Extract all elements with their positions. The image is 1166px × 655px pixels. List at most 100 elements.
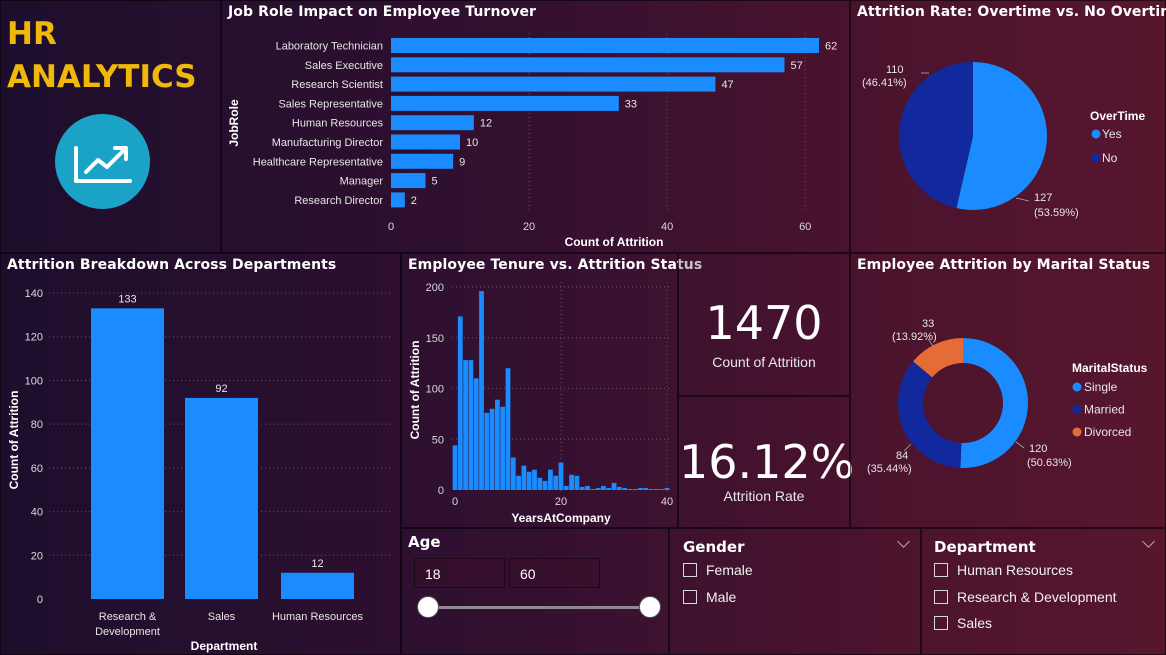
- tenure-chart-panel: Employee Tenure vs. Attrition Status 0 50…: [401, 253, 702, 528]
- x-tick-label: 20: [555, 496, 567, 508]
- y-tick-label: 0: [438, 485, 444, 497]
- category-label: Human Resources: [292, 118, 384, 130]
- data-label: 10: [466, 137, 478, 149]
- age-slider-min-handle[interactable]: [417, 596, 439, 618]
- bar: [574, 475, 580, 490]
- gender-slicer-title: Gender: [683, 538, 745, 556]
- kpi-count-label: Count of Attrition: [712, 354, 816, 370]
- category-label: Laboratory Technician: [276, 41, 383, 53]
- y-tick-label: 80: [31, 419, 43, 431]
- legend-marker: [1091, 129, 1101, 139]
- y-tick-label: 20: [31, 550, 43, 562]
- bar: [585, 485, 590, 490]
- category-label: Sales Representative: [278, 98, 383, 110]
- bar: [659, 488, 665, 490]
- category-label: Research &: [99, 611, 157, 623]
- y-axis-title: Count of Attrition: [7, 391, 21, 490]
- gender-option-male[interactable]: Male: [683, 589, 736, 605]
- chevron-down-icon[interactable]: [897, 535, 910, 548]
- donut-slice: [960, 338, 1029, 468]
- data-label: 12: [311, 558, 323, 570]
- x-tick-label: 0: [388, 221, 394, 233]
- option-label: Research & Development: [957, 589, 1117, 605]
- legend-marker: [1072, 382, 1082, 392]
- checkbox[interactable]: [683, 590, 697, 604]
- legend-label: Divorced: [1084, 425, 1131, 439]
- data-label: 12: [480, 118, 492, 130]
- chevron-down-icon[interactable]: [1142, 535, 1155, 548]
- age-slider-max-handle[interactable]: [639, 596, 661, 618]
- age-slider-track[interactable]: [429, 606, 651, 609]
- data-label: 133: [118, 293, 136, 305]
- tenure-histogram: 0 50 100 150 200 0 20 40 YearsAtCompany Count of …: [408, 282, 673, 525]
- bar: [452, 445, 458, 490]
- y-tick-label: 200: [426, 282, 444, 294]
- checkbox[interactable]: [934, 563, 948, 577]
- kpi-rate-card: 16.12% Attrition Rate: [678, 396, 854, 528]
- bar: [391, 115, 474, 131]
- checkbox[interactable]: [683, 563, 697, 577]
- kpi-count-card: 1470 Count of Attrition: [678, 253, 850, 396]
- slice-value-label: 84: [896, 450, 908, 462]
- y-axis-title: JobRole: [227, 99, 241, 147]
- bar: [553, 475, 559, 490]
- legend-marker: [1091, 153, 1101, 163]
- category-label: Human Resources: [272, 611, 364, 623]
- y-tick-label: 120: [25, 332, 43, 344]
- data-label: 62: [825, 41, 837, 53]
- category-label: Healthcare Representative: [253, 156, 383, 168]
- age-max-input[interactable]: 60: [509, 558, 600, 588]
- bar: [489, 408, 495, 490]
- slice-percent-label: (46.41%): [862, 77, 907, 89]
- bar: [479, 291, 484, 490]
- bar: [505, 368, 511, 490]
- x-tick-label: 40: [661, 221, 673, 233]
- department-option-human-resources[interactable]: Human Resources: [934, 562, 1073, 578]
- title-panel: HR ANALYTICS: [0, 0, 221, 253]
- slice-percent-label: (50.63%): [1027, 457, 1072, 469]
- job-role-bar-chart: 0 20 40 60 Laboratory Technician 62 Sales Exec…: [227, 33, 837, 249]
- x-tick-label: 40: [661, 496, 673, 508]
- gender-slicer: Gender Female Male: [669, 528, 921, 655]
- bar: [185, 397, 258, 599]
- bar: [391, 153, 454, 169]
- y-tick-label: 100: [25, 375, 43, 387]
- department-option-research-development[interactable]: Research & Development: [934, 589, 1117, 605]
- bar: [548, 469, 553, 490]
- legend-label: Yes: [1102, 127, 1122, 141]
- bar: [473, 378, 479, 490]
- marital-chart-panel: Employee Attrition by Marital Status 120…: [850, 253, 1166, 528]
- bar: [632, 488, 638, 490]
- bar: [558, 462, 564, 490]
- legend-title: OverTime: [1090, 109, 1145, 123]
- bar: [391, 134, 461, 150]
- bar: [391, 38, 819, 53]
- bar: [627, 488, 633, 490]
- gender-option-female[interactable]: Female: [683, 562, 753, 578]
- option-label: Female: [706, 562, 753, 578]
- data-label: 92: [215, 383, 227, 395]
- checkbox[interactable]: [934, 590, 948, 604]
- bar: [500, 406, 506, 490]
- bar: [537, 477, 543, 490]
- bar: [569, 474, 574, 490]
- bar: [664, 487, 670, 490]
- data-label: 33: [625, 98, 637, 110]
- slice-value-label: 120: [1029, 443, 1047, 455]
- slice-percent-label: (35.44%): [867, 463, 912, 475]
- data-label: 5: [432, 176, 438, 188]
- y-tick-label: 140: [25, 288, 43, 300]
- slice-value-label: 110: [886, 64, 904, 76]
- bar: [532, 469, 537, 490]
- category-label: Sales: [208, 611, 236, 623]
- department-option-sales[interactable]: Sales: [934, 615, 992, 631]
- y-tick-label: 100: [426, 384, 444, 396]
- checkbox[interactable]: [934, 616, 948, 630]
- age-min-input[interactable]: 18: [414, 558, 505, 588]
- option-label: Male: [706, 589, 737, 605]
- marital-donut-chart: 120 (50.63%) 84(35.44%) 33(13.92%) MaritalSt…: [867, 318, 1148, 475]
- leader-line: [1015, 441, 1025, 449]
- category-label: Manufacturing Director: [272, 137, 384, 149]
- category-label: Research Scientist: [291, 79, 383, 91]
- bar: [595, 487, 601, 490]
